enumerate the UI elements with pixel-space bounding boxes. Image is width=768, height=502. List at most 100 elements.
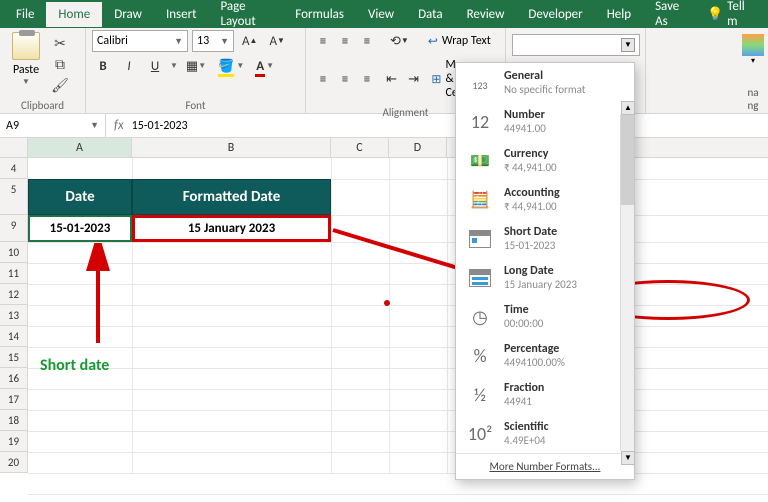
ribbon: Paste ▼ ✂ ⧉ 🖌 Clipboard Calibri▼ 13▼ A▲ … <box>0 28 768 114</box>
cell-b9[interactable]: 15 January 2023 <box>132 215 331 242</box>
copy-icon[interactable]: ⧉ <box>50 55 70 73</box>
align-left-icon[interactable]: ≡ <box>312 68 334 90</box>
cell-a9[interactable]: 15-01-2023 <box>28 215 132 242</box>
time-icon: ◷ <box>466 304 494 330</box>
spreadsheet-grid[interactable]: A B C D E F 4591011121314151617181920 Da… <box>0 138 768 502</box>
align-right-icon[interactable]: ≡ <box>356 68 378 90</box>
font-size-select[interactable]: 13▼ <box>192 30 234 52</box>
row-header-13[interactable]: 13 <box>0 305 28 326</box>
orientation-icon[interactable]: ⟲▼ <box>386 30 413 52</box>
row-header-5[interactable]: 5 <box>0 179 28 215</box>
increase-font-icon[interactable]: A▲ <box>238 30 261 52</box>
lightbulb-icon: 💡 <box>707 7 723 22</box>
conditional-formatting-button[interactable]: ▾ na ng <box>742 34 764 112</box>
tab-data[interactable]: Data <box>406 2 455 27</box>
row-header-15[interactable]: 15 <box>0 347 28 368</box>
align-middle-icon[interactable]: ≡ <box>334 30 356 52</box>
decrease-font-icon[interactable]: A▼ <box>265 30 288 52</box>
cells-area[interactable]: Date Formatted Date 15-01-2023 15 Januar… <box>28 158 768 473</box>
number-icon: 12 <box>466 109 494 135</box>
fill-color-button[interactable]: 🪣▼ <box>214 55 248 77</box>
more-number-formats[interactable]: More Number Formats... <box>456 453 634 479</box>
row-header-11[interactable]: 11 <box>0 263 28 284</box>
format-option-time[interactable]: ◷Time00:00:00 <box>456 297 634 336</box>
cut-icon[interactable]: ✂ <box>50 34 70 52</box>
align-center-icon[interactable]: ≡ <box>334 68 356 90</box>
chevron-down-icon: ▼ <box>621 38 635 52</box>
scroll-up-icon[interactable]: ▲ <box>621 101 635 115</box>
tab-help[interactable]: Help <box>595 2 643 27</box>
clipboard-label: Clipboard <box>6 99 79 114</box>
accounting-icon: 🧮 <box>466 187 494 213</box>
wrap-text-button[interactable]: ↩Wrap Text <box>423 31 496 52</box>
font-label: Font <box>92 99 299 114</box>
fraction-icon: ½ <box>466 382 494 408</box>
row-header-14[interactable]: 14 <box>0 326 28 347</box>
number-format-dropdown: 123GeneralNo specific format12Number4494… <box>455 62 635 480</box>
scientific-icon: 10² <box>466 421 494 447</box>
col-header-d[interactable]: D <box>389 138 447 157</box>
row-header-18[interactable]: 18 <box>0 410 28 431</box>
currency-icon: 💵 <box>466 148 494 174</box>
dot-marker <box>384 300 390 306</box>
paste-button[interactable]: Paste ▼ <box>6 32 46 94</box>
tab-file[interactable]: File <box>4 2 46 27</box>
select-all-corner[interactable] <box>0 138 28 157</box>
row-header-9[interactable]: 9 <box>0 215 28 242</box>
row-header-20[interactable]: 20 <box>0 452 28 473</box>
increase-indent-icon[interactable]: ⇥ <box>403 68 425 90</box>
menu-tabs: File Home Draw Insert Page Layout Formul… <box>0 0 768 28</box>
align-bottom-icon[interactable]: ≡ <box>356 30 378 52</box>
italic-button[interactable]: I <box>118 55 140 77</box>
row-headers: 4591011121314151617181920 <box>0 158 28 473</box>
tab-draw[interactable]: Draw <box>102 2 154 27</box>
tab-insert[interactable]: Insert <box>154 2 209 27</box>
tab-review[interactable]: Review <box>455 2 517 27</box>
tab-home[interactable]: Home <box>46 2 102 27</box>
format-option-scientific[interactable]: 10²Scientific4.49E+04 <box>456 414 634 453</box>
format-option-accounting[interactable]: 🧮Accounting₹ 44,941.00 <box>456 180 634 219</box>
font-name-select[interactable]: Calibri▼ <box>92 30 188 52</box>
paste-label: Paste <box>13 63 39 77</box>
scroll-down-icon[interactable]: ▼ <box>621 451 635 465</box>
border-button[interactable]: ▦▼ <box>182 55 210 77</box>
format-option-longdate[interactable]: Long Date15 January 2023 <box>456 258 634 297</box>
name-box[interactable]: A9▼ <box>0 114 106 137</box>
format-option-percentage[interactable]: %Percentage4494100.00% <box>456 336 634 375</box>
header-date: Date <box>28 179 132 215</box>
format-option-general[interactable]: 123GeneralNo specific format <box>456 63 634 102</box>
group-number: ▼ 123GeneralNo specific format12Number44… <box>506 28 646 114</box>
format-option-number[interactable]: 12Number44941.00 <box>456 102 634 141</box>
col-header-c[interactable]: C <box>331 138 389 157</box>
decrease-indent-icon[interactable]: ⇤ <box>381 68 403 90</box>
format-option-currency[interactable]: 💵Currency₹ 44,941.00 <box>456 141 634 180</box>
tab-formulas[interactable]: Formulas <box>283 2 356 27</box>
row-header-10[interactable]: 10 <box>0 242 28 263</box>
format-painter-icon[interactable]: 🖌 <box>50 76 70 94</box>
align-top-icon[interactable]: ≡ <box>312 30 334 52</box>
col-header-b[interactable]: B <box>132 138 331 157</box>
fx-icon[interactable]: fx <box>114 118 124 133</box>
row-header-12[interactable]: 12 <box>0 284 28 305</box>
row-header-19[interactable]: 19 <box>0 431 28 452</box>
format-option-fraction[interactable]: ½Fraction44941 <box>456 375 634 414</box>
bold-button[interactable]: B <box>92 55 114 77</box>
percentage-icon: % <box>466 343 494 369</box>
scrollbar-thumb[interactable] <box>621 115 634 205</box>
row-header-17[interactable]: 17 <box>0 389 28 410</box>
col-header-a[interactable]: A <box>28 138 132 157</box>
row-header-4[interactable]: 4 <box>0 158 28 179</box>
tab-developer[interactable]: Developer <box>516 2 594 27</box>
clipboard-icon <box>12 32 40 60</box>
format-option-shortdate[interactable]: Short Date15-01-2023 <box>456 219 634 258</box>
font-color-button[interactable]: A▼ <box>252 55 278 77</box>
merge-icon: ⊞ <box>431 72 441 87</box>
formula-input[interactable]: 15-01-2023 <box>132 119 188 133</box>
row-header-16[interactable]: 16 <box>0 368 28 389</box>
dropdown-scrollbar[interactable]: ▲ ▼ <box>620 115 634 451</box>
tab-view[interactable]: View <box>356 2 406 27</box>
number-format-select[interactable]: ▼ <box>512 34 640 56</box>
group-clipboard: Paste ▼ ✂ ⧉ 🖌 Clipboard <box>0 28 86 114</box>
shortdate-icon <box>466 226 494 252</box>
underline-button[interactable]: U <box>144 55 166 77</box>
